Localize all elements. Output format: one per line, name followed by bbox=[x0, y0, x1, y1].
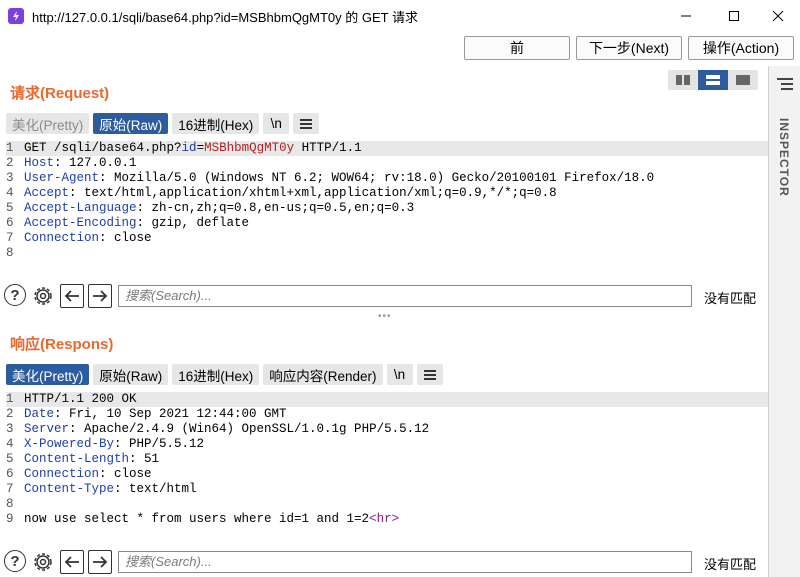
request-match-status: 没有匹配 bbox=[704, 291, 757, 306]
request-title: 请求(Request) bbox=[10, 85, 110, 102]
maximize-button[interactable] bbox=[714, 0, 754, 32]
response-tab-render[interactable]: 响应内容(Render) bbox=[263, 364, 383, 385]
request-header-line: 6 Accept-Encoding: gzip, deflate bbox=[6, 216, 250, 230]
arrow-left-icon bbox=[64, 290, 79, 302]
response-tab-pretty[interactable]: 美化(Pretty) bbox=[6, 364, 90, 385]
gear-icon[interactable] bbox=[30, 549, 56, 575]
request-tab-hex[interactable]: 16进制(Hex) bbox=[172, 113, 260, 134]
response-tab-row: 美化(Pretty) 原始(Raw) 16进制(Hex) 响应内容(Render… bbox=[6, 364, 443, 385]
gear-icon[interactable] bbox=[30, 283, 56, 309]
request-tab-raw[interactable]: 原始(Raw) bbox=[93, 113, 169, 134]
menu-icon[interactable] bbox=[777, 78, 793, 93]
request-header-line: 2 Host: 127.0.0.1 bbox=[6, 156, 137, 170]
request-tab-row: 美化(Pretty) 原始(Raw) 16进制(Hex) \n bbox=[6, 113, 320, 134]
response-tab-raw[interactable]: 原始(Raw) bbox=[93, 364, 169, 385]
status-line: 1 HTTP/1.1 200 OK bbox=[6, 392, 768, 407]
search-prev-button[interactable] bbox=[60, 284, 84, 308]
response-search-bar: ? 搜索(Search)... 没有匹配 bbox=[4, 549, 768, 575]
close-icon bbox=[772, 10, 784, 22]
response-body-line: 9 now use select * from users where id=1 … bbox=[6, 512, 400, 526]
maximize-icon bbox=[729, 11, 739, 21]
request-search-input[interactable]: 搜索(Search)... bbox=[118, 285, 692, 307]
pane-splitter[interactable]: ••• bbox=[378, 311, 392, 322]
hamburger-icon bbox=[423, 369, 436, 380]
layout-toggle-group bbox=[668, 70, 758, 90]
minimize-button[interactable] bbox=[666, 0, 706, 32]
single-pane-icon bbox=[736, 75, 750, 85]
inspector-panel[interactable]: INSPECTOR bbox=[768, 66, 800, 577]
minimize-icon bbox=[681, 15, 691, 17]
request-header-line: 3 User-Agent: Mozilla/5.0 (Windows NT 6.2… bbox=[6, 171, 655, 185]
request-search-bar: ? 搜索(Search)... 没有匹配 bbox=[4, 283, 768, 309]
response-newline-toggle[interactable]: \n bbox=[386, 364, 413, 385]
inspector-label[interactable]: INSPECTOR bbox=[777, 118, 791, 197]
window-title: http://127.0.0.1/sqli/base64.php?id=MSBh… bbox=[32, 9, 418, 25]
response-header-line: 3 Server: Apache/2.4.9 (Win64) OpenSSL/1.… bbox=[6, 422, 430, 436]
search-next-button[interactable] bbox=[88, 550, 112, 574]
hamburger-icon bbox=[300, 118, 313, 129]
request-editor[interactable]: 1 GET /sqli/base64.php?id=MSBhbmQgMT0y H… bbox=[6, 141, 768, 261]
app-lightning-icon bbox=[8, 8, 24, 24]
next-button[interactable]: 下一步(Next) bbox=[576, 36, 682, 60]
help-icon[interactable]: ? bbox=[4, 550, 26, 572]
help-icon[interactable]: ? bbox=[4, 284, 26, 306]
response-match-status: 没有匹配 bbox=[704, 557, 757, 572]
response-header-line: 4 X-Powered-By: PHP/5.5.12 bbox=[6, 437, 205, 451]
response-header-line: 2 Date: Fri, 10 Sep 2021 12:44:00 GMT bbox=[6, 407, 287, 421]
columns-icon bbox=[676, 75, 690, 85]
response-header-line: 8 bbox=[6, 497, 14, 511]
layout-side-by-side-button[interactable] bbox=[668, 70, 698, 90]
request-header-line: 7 Connection: close bbox=[6, 231, 152, 245]
request-line: 1 GET /sqli/base64.php?id=MSBhbmQgMT0y H… bbox=[6, 141, 768, 156]
response-editor[interactable]: 1 HTTP/1.1 200 OK 2 Date: Fri, 10 Sep 2021… bbox=[6, 392, 768, 527]
request-header-line: 8 bbox=[6, 246, 14, 260]
action-button[interactable]: 操作(Action) bbox=[688, 36, 794, 60]
arrow-right-icon bbox=[93, 290, 108, 302]
close-window-button[interactable] bbox=[758, 0, 798, 32]
response-header-line: 5 Content-Length: 51 bbox=[6, 452, 160, 466]
request-options-button[interactable] bbox=[293, 113, 320, 134]
response-header-line: 6 Connection: close bbox=[6, 467, 152, 481]
arrow-left-icon bbox=[64, 556, 79, 568]
response-options-button[interactable] bbox=[416, 364, 443, 385]
search-prev-button[interactable] bbox=[60, 550, 84, 574]
layout-stacked-button[interactable] bbox=[698, 70, 728, 90]
rows-icon bbox=[706, 75, 720, 85]
prev-button[interactable]: 前 bbox=[464, 36, 570, 60]
layout-single-button[interactable] bbox=[728, 70, 758, 90]
request-header-line: 4 Accept: text/html,application/xhtml+xml… bbox=[6, 186, 557, 200]
request-header-line: 5 Accept-Language: zh-cn,zh;q=0.8,en-us;q… bbox=[6, 201, 415, 215]
arrow-right-icon bbox=[93, 556, 108, 568]
search-next-button[interactable] bbox=[88, 284, 112, 308]
response-title: 响应(Respons) bbox=[10, 336, 114, 353]
response-tab-hex[interactable]: 16进制(Hex) bbox=[172, 364, 260, 385]
request-newline-toggle[interactable]: \n bbox=[263, 113, 290, 134]
request-tab-pretty[interactable]: 美化(Pretty) bbox=[6, 113, 90, 134]
response-header-line: 7 Content-Type: text/html bbox=[6, 482, 197, 496]
title-bar: http://127.0.0.1/sqli/base64.php?id=MSBh… bbox=[0, 0, 800, 32]
response-search-input[interactable]: 搜索(Search)... bbox=[118, 551, 692, 573]
